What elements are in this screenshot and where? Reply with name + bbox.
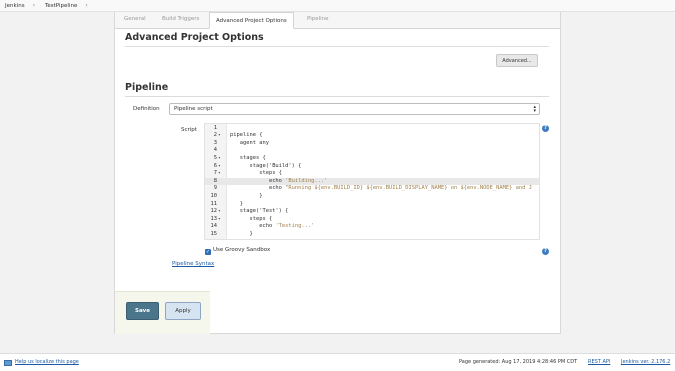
advanced-button[interactable]: Advanced...	[496, 54, 538, 67]
rest-api-link[interactable]: REST API	[588, 359, 610, 365]
jenkins-version-link[interactable]: Jenkins ver. 2.176.2	[621, 359, 670, 365]
code-line[interactable]: 7 ▾ steps {	[205, 170, 539, 178]
pipeline-syntax-link[interactable]: Pipeline Syntax	[172, 261, 214, 267]
line-number: 8	[213, 177, 217, 184]
line-number: 9	[213, 185, 217, 192]
tab-pipeline[interactable]: Pipeline	[307, 16, 329, 22]
sandbox-help-icon[interactable]: ?	[542, 248, 549, 255]
code-line[interactable]: 5 ▾ stages {	[205, 154, 539, 163]
config-tabs: General Build Triggers Advanced Project …	[115, 12, 560, 29]
definition-label: Definition	[133, 106, 160, 112]
line-number: 14	[210, 223, 218, 230]
code-text: stages {	[230, 154, 266, 161]
code-line[interactable]: 8 echo 'Building...'	[205, 177, 539, 186]
code-line[interactable]: 4	[205, 147, 539, 155]
line-number: 12	[210, 208, 218, 215]
breadcrumb-jenkins[interactable]: Jenkins	[5, 3, 25, 9]
code-text: agent any	[230, 139, 269, 146]
line-number: 2	[213, 132, 217, 139]
script-editor[interactable]: 1 2 ▾ pipeline {3 agent any 4 5 ▾ stages {6 ▾ s…	[204, 123, 540, 240]
page-generated-text: Page generated: Aug 17, 2019 4:28:46 PM …	[459, 359, 578, 365]
line-number: 6	[213, 162, 217, 169]
code-line[interactable]: 12 ▾ stage('Test') {	[205, 208, 539, 216]
code-text: echo 'Building...'	[230, 177, 328, 184]
breadcrumb-testpipeline[interactable]: TestPipeline	[45, 3, 77, 9]
code-text: }	[230, 230, 253, 237]
apply-button[interactable]: Apply	[165, 302, 201, 320]
section-divider	[125, 96, 549, 97]
script-label: Script	[181, 127, 197, 133]
code-line[interactable]: 3 agent any	[205, 139, 539, 148]
section-divider	[125, 46, 549, 47]
code-line[interactable]: 13 ▾ steps {	[205, 215, 539, 224]
fold-toggle-icon[interactable]: ▾	[218, 170, 224, 178]
code-line[interactable]: 9 echo "Running ${env.BUILD_ID} ${env.BU…	[205, 185, 539, 193]
line-number: 1	[213, 124, 217, 131]
code-line[interactable]: 15 }	[205, 230, 539, 239]
fold-toggle-icon[interactable]: ▾	[218, 155, 224, 163]
breadcrumb: Jenkins › TestPipeline ›	[0, 0, 675, 12]
page-footer: Help us localize this page Page generate…	[0, 353, 675, 371]
breadcrumb-separator[interactable]: ›	[85, 2, 87, 9]
code-text: stage('Build') {	[230, 162, 302, 169]
definition-select[interactable]: Pipeline script ▴ ▾	[169, 103, 540, 115]
sandbox-label: Use Groovy Sandbox	[213, 247, 271, 253]
tab-advanced-project-options[interactable]: Advanced Project Options	[209, 12, 294, 29]
fold-toggle-icon[interactable]: ▾	[218, 163, 224, 171]
line-number: 3	[213, 139, 217, 146]
code-text: echo "Running ${env.BUILD_ID} ${env.BUIL…	[230, 185, 532, 192]
code-text: stage('Test') {	[230, 208, 289, 215]
breadcrumb-separator[interactable]: ›	[33, 2, 35, 9]
line-number: 7	[213, 170, 217, 177]
fold-toggle-icon[interactable]: ▾	[218, 216, 224, 224]
localize-icon	[4, 360, 12, 366]
line-number: 11	[210, 200, 218, 207]
code-line[interactable]: 11 }	[205, 200, 539, 209]
pipeline-section-title: Pipeline	[125, 82, 169, 93]
localize-link[interactable]: Help us localize this page	[15, 359, 79, 365]
line-number: 4	[213, 147, 217, 154]
save-button[interactable]: Save	[126, 302, 159, 320]
updown-arrow-icon: ▴ ▾	[533, 104, 536, 114]
line-number: 5	[213, 154, 217, 161]
line-number: 13	[210, 215, 218, 222]
code-text: echo 'Testing...'	[230, 223, 315, 230]
code-line[interactable]: 6 ▾ stage('Build') {	[205, 162, 539, 171]
code-text: pipeline {	[230, 132, 263, 139]
sandbox-checkbox[interactable]: ✓	[205, 249, 211, 255]
fold-toggle-icon[interactable]: ▾	[218, 132, 224, 140]
code-line[interactable]: 10 }	[205, 192, 539, 201]
code-line[interactable]: 14 echo 'Testing...'	[205, 223, 539, 231]
definition-select-value: Pipeline script	[174, 106, 213, 112]
code-text: steps {	[230, 170, 282, 177]
code-text: }	[230, 200, 243, 207]
advanced-section-title: Advanced Project Options	[125, 32, 264, 43]
tab-general[interactable]: General	[124, 16, 146, 22]
code-text: }	[230, 192, 263, 199]
code-line[interactable]: 1	[205, 124, 539, 133]
line-number: 10	[210, 192, 218, 199]
tab-build-triggers[interactable]: Build Triggers	[162, 16, 199, 22]
code-text: steps {	[230, 215, 273, 222]
code-line[interactable]: 2 ▾ pipeline {	[205, 132, 539, 140]
line-number: 15	[210, 230, 218, 237]
fold-toggle-icon[interactable]: ▾	[218, 208, 224, 216]
config-panel: General Build Triggers Advanced Project …	[114, 12, 561, 334]
script-help-icon[interactable]: ?	[542, 125, 549, 132]
